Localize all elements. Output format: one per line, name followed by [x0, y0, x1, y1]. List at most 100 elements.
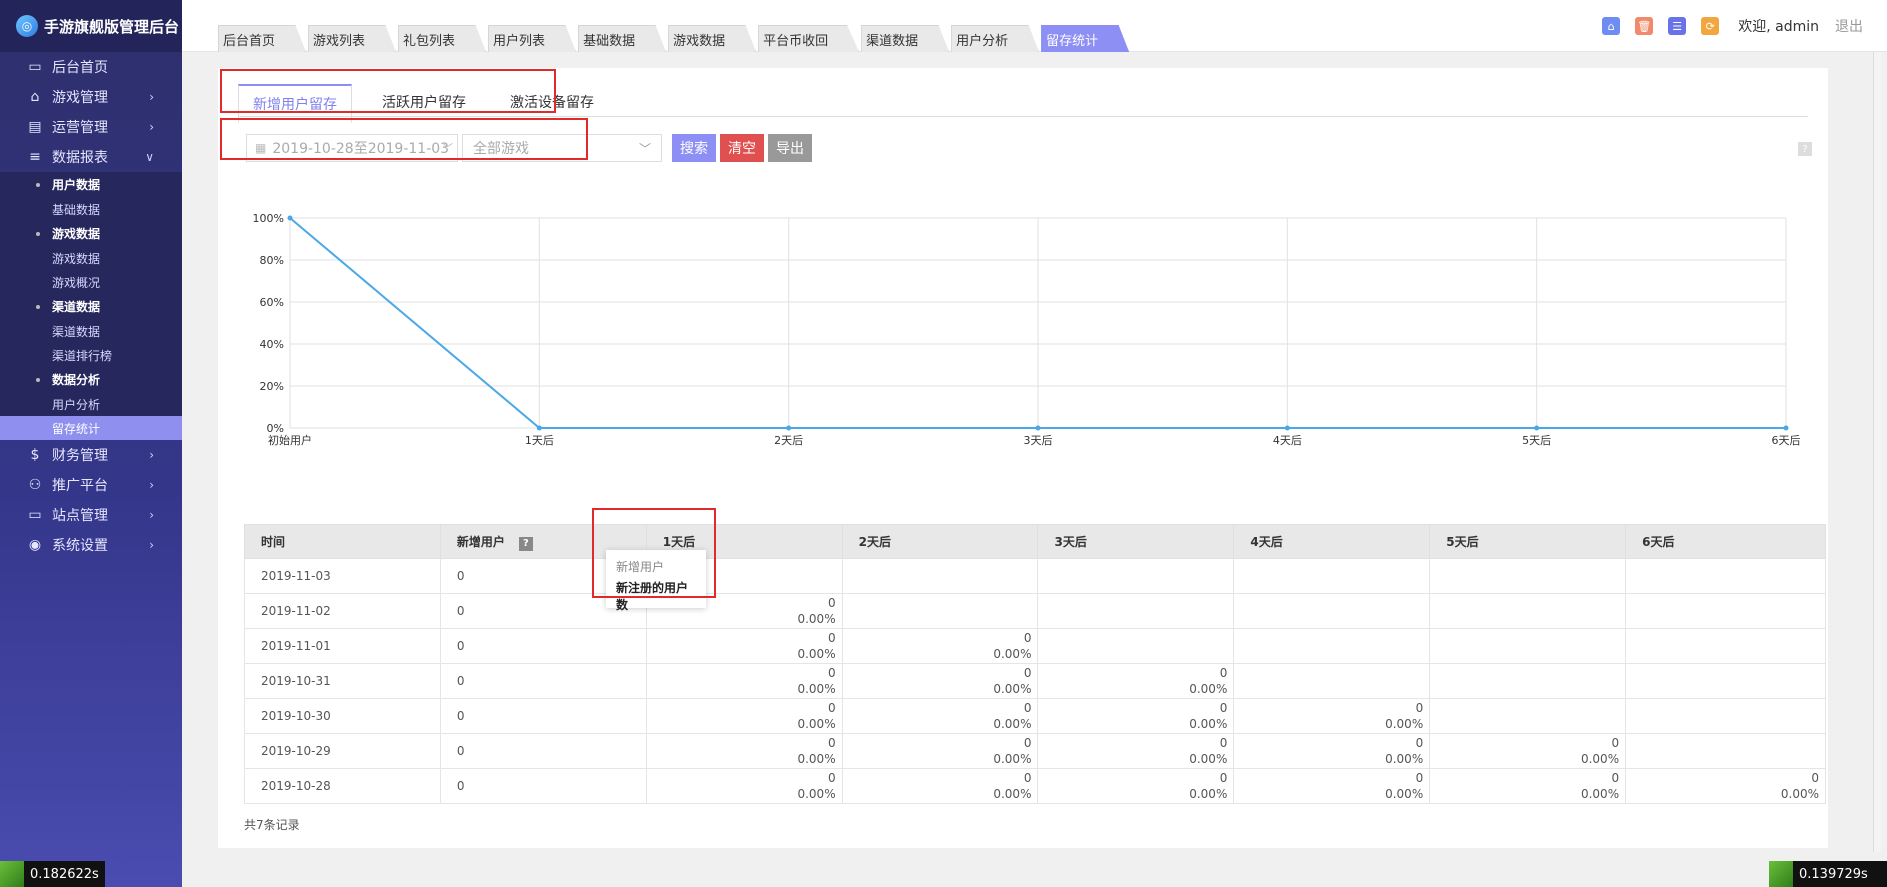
retention-cell: 0 0.00%	[1037, 768, 1235, 804]
sidebar-subhead-label: 用户数据	[52, 178, 101, 192]
tab-1[interactable]: 游戏列表	[308, 25, 397, 52]
column-header-label: 3天后	[1054, 535, 1087, 549]
sidebar-item-5[interactable]: ⚇ 推广平台 ›	[0, 470, 182, 500]
empty-cell	[841, 593, 1039, 629]
sidebar-item-label: 系统设置	[52, 538, 108, 554]
empty-cell	[1037, 593, 1235, 629]
empty-cell	[1625, 698, 1826, 734]
retention-cell: 0 0.00%	[645, 663, 843, 699]
tab-8[interactable]: 用户分析	[951, 25, 1040, 52]
retention-cell: 0 0.00%	[1429, 733, 1627, 769]
new-users-cell: 0	[439, 733, 647, 769]
highlight-filter	[220, 118, 588, 160]
y-tick-label: 40%	[260, 338, 284, 351]
sidebar-item-7[interactable]: ◉ 系统设置 ›	[0, 530, 182, 560]
main-panel: 新增用户留存 活跃用户留存 激活设备留存 ▦ 2019-10-28至2019-11-…	[218, 68, 1828, 848]
tab-6[interactable]: 平台币收回	[758, 25, 860, 52]
export-button[interactable]: 导出	[768, 134, 812, 162]
y-tick-label: 100%	[253, 212, 284, 225]
database-icon: ≡	[29, 149, 41, 165]
retention-rate: 0.00%	[797, 787, 836, 801]
empty-cell	[1429, 558, 1627, 594]
sidebar-item-label: 站点管理	[52, 508, 108, 524]
sidebar-subhead[interactable]: 用户数据	[0, 172, 182, 197]
x-tick-label: 5天后	[1522, 434, 1551, 447]
home-icon[interactable]: ⌂	[1602, 17, 1621, 35]
empty-cell	[1625, 663, 1826, 699]
retention-cell: 0 0.00%	[1233, 733, 1431, 769]
sidebar-subitem[interactable]: 用户分析	[0, 392, 182, 416]
sidebar-item-6[interactable]: ▭ 站点管理 ›	[0, 500, 182, 530]
help-icon[interactable]: ?	[518, 536, 533, 551]
chevron-right-icon: ›	[149, 90, 154, 104]
app-logo[interactable]: ◎ 手游旗舰版管理后台	[0, 0, 182, 52]
new-users-cell: 0	[439, 628, 647, 664]
sidebar-subitem[interactable]: 游戏概况	[0, 270, 182, 294]
x-tick-label: 4天后	[1273, 434, 1302, 447]
sidebar-item-4[interactable]: $ 财务管理 ›	[0, 440, 182, 470]
welcome-text: 欢迎, admin	[1738, 19, 1819, 35]
retention-count: 0	[1219, 771, 1228, 785]
tab-0[interactable]: 后台首页	[218, 25, 307, 52]
top-right-area: ⌂ 🗑 ☰ ⟳ 欢迎, admin 退出	[1602, 16, 1863, 36]
chart-svg: 0%20%40%60%80%100%初始用户 1天后 2天后 3天后 4天后 5天后 6天后	[253, 212, 1801, 447]
tab-9[interactable]: 留存统计	[1041, 25, 1130, 52]
sidebar-item-1[interactable]: ⌂ 游戏管理 ›	[0, 82, 182, 112]
table-row: 2019-10-30 0 0 0.00% 0 0.00% 0 0.00% 0 0.00%	[244, 698, 1826, 734]
date-cell: 2019-11-02	[244, 593, 441, 629]
retention-count: 0	[1415, 736, 1424, 750]
list-icon[interactable]: ☰	[1668, 17, 1687, 35]
sidebar-subitem[interactable]: 留存统计	[0, 416, 182, 440]
tab-5[interactable]: 游戏数据	[668, 25, 757, 52]
retention-rate: 0.00%	[1385, 787, 1424, 801]
dollar-icon: $	[30, 447, 40, 463]
help-icon[interactable]: ?	[1798, 142, 1812, 156]
tab-3[interactable]: 用户列表	[488, 25, 577, 52]
clear-button[interactable]: 清空	[720, 134, 764, 162]
table-row: 2019-11-01 0 0 0.00% 0 0.00%	[244, 628, 1826, 664]
retention-cell: 0 0.00%	[1429, 768, 1627, 804]
retention-table: 时间 新增用户? 1天后 2天后 3天后 4天后 5天后 6天后 2019-11-03 0 201…	[244, 524, 1826, 804]
sidebar-item-3[interactable]: ≡ 数据报表 ∨	[0, 142, 182, 172]
sidebar-subitem[interactable]: 渠道排行榜	[0, 343, 182, 367]
tab-7[interactable]: 渠道数据	[861, 25, 950, 52]
retention-rate: 0.00%	[1385, 752, 1424, 766]
data-point	[1783, 425, 1789, 431]
sidebar-subhead[interactable]: 数据分析	[0, 367, 182, 392]
chevron-down-icon: ﹀	[638, 141, 651, 156]
table-row: 2019-11-02 0 0 0.00%	[244, 593, 1826, 629]
retention-count: 0	[827, 631, 836, 645]
retention-rate: 0.00%	[993, 647, 1032, 661]
sidebar-subhead[interactable]: 游戏数据	[0, 221, 182, 246]
refresh-icon[interactable]: ⟳	[1701, 17, 1720, 35]
app-title: 手游旗舰版管理后台	[44, 17, 180, 36]
retention-cell: 0 0.00%	[645, 768, 843, 804]
sidebar-subhead[interactable]: 渠道数据	[0, 294, 182, 319]
date-cell: 2019-10-31	[244, 663, 441, 699]
sidebar-subitem[interactable]: 游戏数据	[0, 246, 182, 270]
sidebar-subitem[interactable]: 基础数据	[0, 197, 182, 221]
search-button[interactable]: 搜索	[672, 134, 716, 162]
column-header: 6天后	[1625, 524, 1826, 559]
sidebar-subitem[interactable]: 渠道数据	[0, 319, 182, 343]
retention-cell: 0 0.00%	[1037, 663, 1235, 699]
retention-rate: 0.00%	[797, 647, 836, 661]
new-users-cell: 0	[439, 663, 647, 699]
x-tick-label: 初始用户	[268, 433, 312, 447]
retention-count: 0	[1219, 736, 1228, 750]
page-scrollbar[interactable]	[1873, 52, 1881, 852]
x-tick-label: 2天后	[774, 434, 803, 447]
tab-2[interactable]: 礼包列表	[398, 25, 487, 52]
retention-rate: 0.00%	[1780, 787, 1819, 801]
sidebar-item-0[interactable]: ▭ 后台首页	[0, 52, 182, 82]
sidebar-item-2[interactable]: ▤ 运营管理 ›	[0, 112, 182, 142]
empty-cell	[1625, 558, 1826, 594]
logout-link[interactable]: 退出	[1835, 16, 1863, 36]
retention-count: 0	[1023, 631, 1032, 645]
trash-icon[interactable]: 🗑	[1635, 17, 1654, 35]
chevron-right-icon: ›	[149, 538, 154, 552]
tab-4[interactable]: 基础数据	[578, 25, 667, 52]
timer-icon	[1769, 861, 1793, 887]
x-tick-label: 3天后	[1024, 434, 1053, 447]
sidebar-item-label: 游戏管理	[52, 90, 108, 106]
